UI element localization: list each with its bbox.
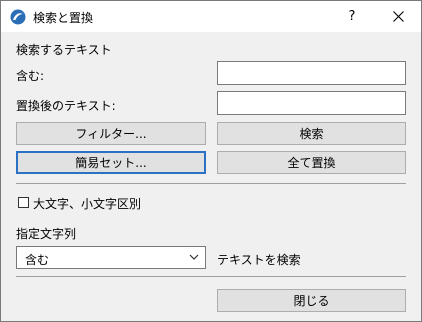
match-mode-value: 含む bbox=[25, 253, 50, 267]
divider bbox=[16, 276, 406, 277]
contains-label: 含む: bbox=[16, 69, 45, 83]
replace-with-label: 置換後のテキスト: bbox=[16, 99, 116, 113]
contains-input[interactable] bbox=[217, 61, 406, 85]
case-sensitive-checkbox[interactable] bbox=[18, 197, 29, 208]
chevron-down-icon bbox=[189, 254, 199, 260]
help-button[interactable]: ? bbox=[329, 1, 375, 32]
match-section-label: 指定文字列 bbox=[16, 227, 77, 241]
divider bbox=[16, 183, 406, 184]
close-window-button[interactable] bbox=[375, 1, 421, 32]
close-button[interactable]: 閉じる bbox=[217, 289, 406, 312]
find-button[interactable]: 検索 bbox=[217, 122, 406, 145]
app-logo-icon bbox=[10, 9, 26, 25]
match-mode-select[interactable]: 含む bbox=[16, 246, 206, 269]
case-sensitive-label: 大文字、小文字区別 bbox=[33, 197, 142, 211]
replace-with-input[interactable] bbox=[217, 91, 406, 115]
title-bar[interactable]: 検索と置換 ? bbox=[1, 1, 421, 32]
match-suffix-label: テキストを検索 bbox=[217, 253, 301, 267]
find-replace-dialog: 検索と置換 ? 検索するテキスト 含む: 置換後のテキスト: フィルター... … bbox=[0, 0, 422, 322]
close-icon bbox=[392, 11, 404, 22]
replace-all-button[interactable]: 全て置換 bbox=[217, 151, 406, 174]
simple-set-button[interactable]: 簡易セット... bbox=[16, 151, 206, 174]
search-section-label: 検索するテキスト bbox=[16, 43, 112, 57]
filter-button[interactable]: フィルター... bbox=[16, 122, 206, 145]
window-title: 検索と置換 bbox=[33, 11, 94, 25]
